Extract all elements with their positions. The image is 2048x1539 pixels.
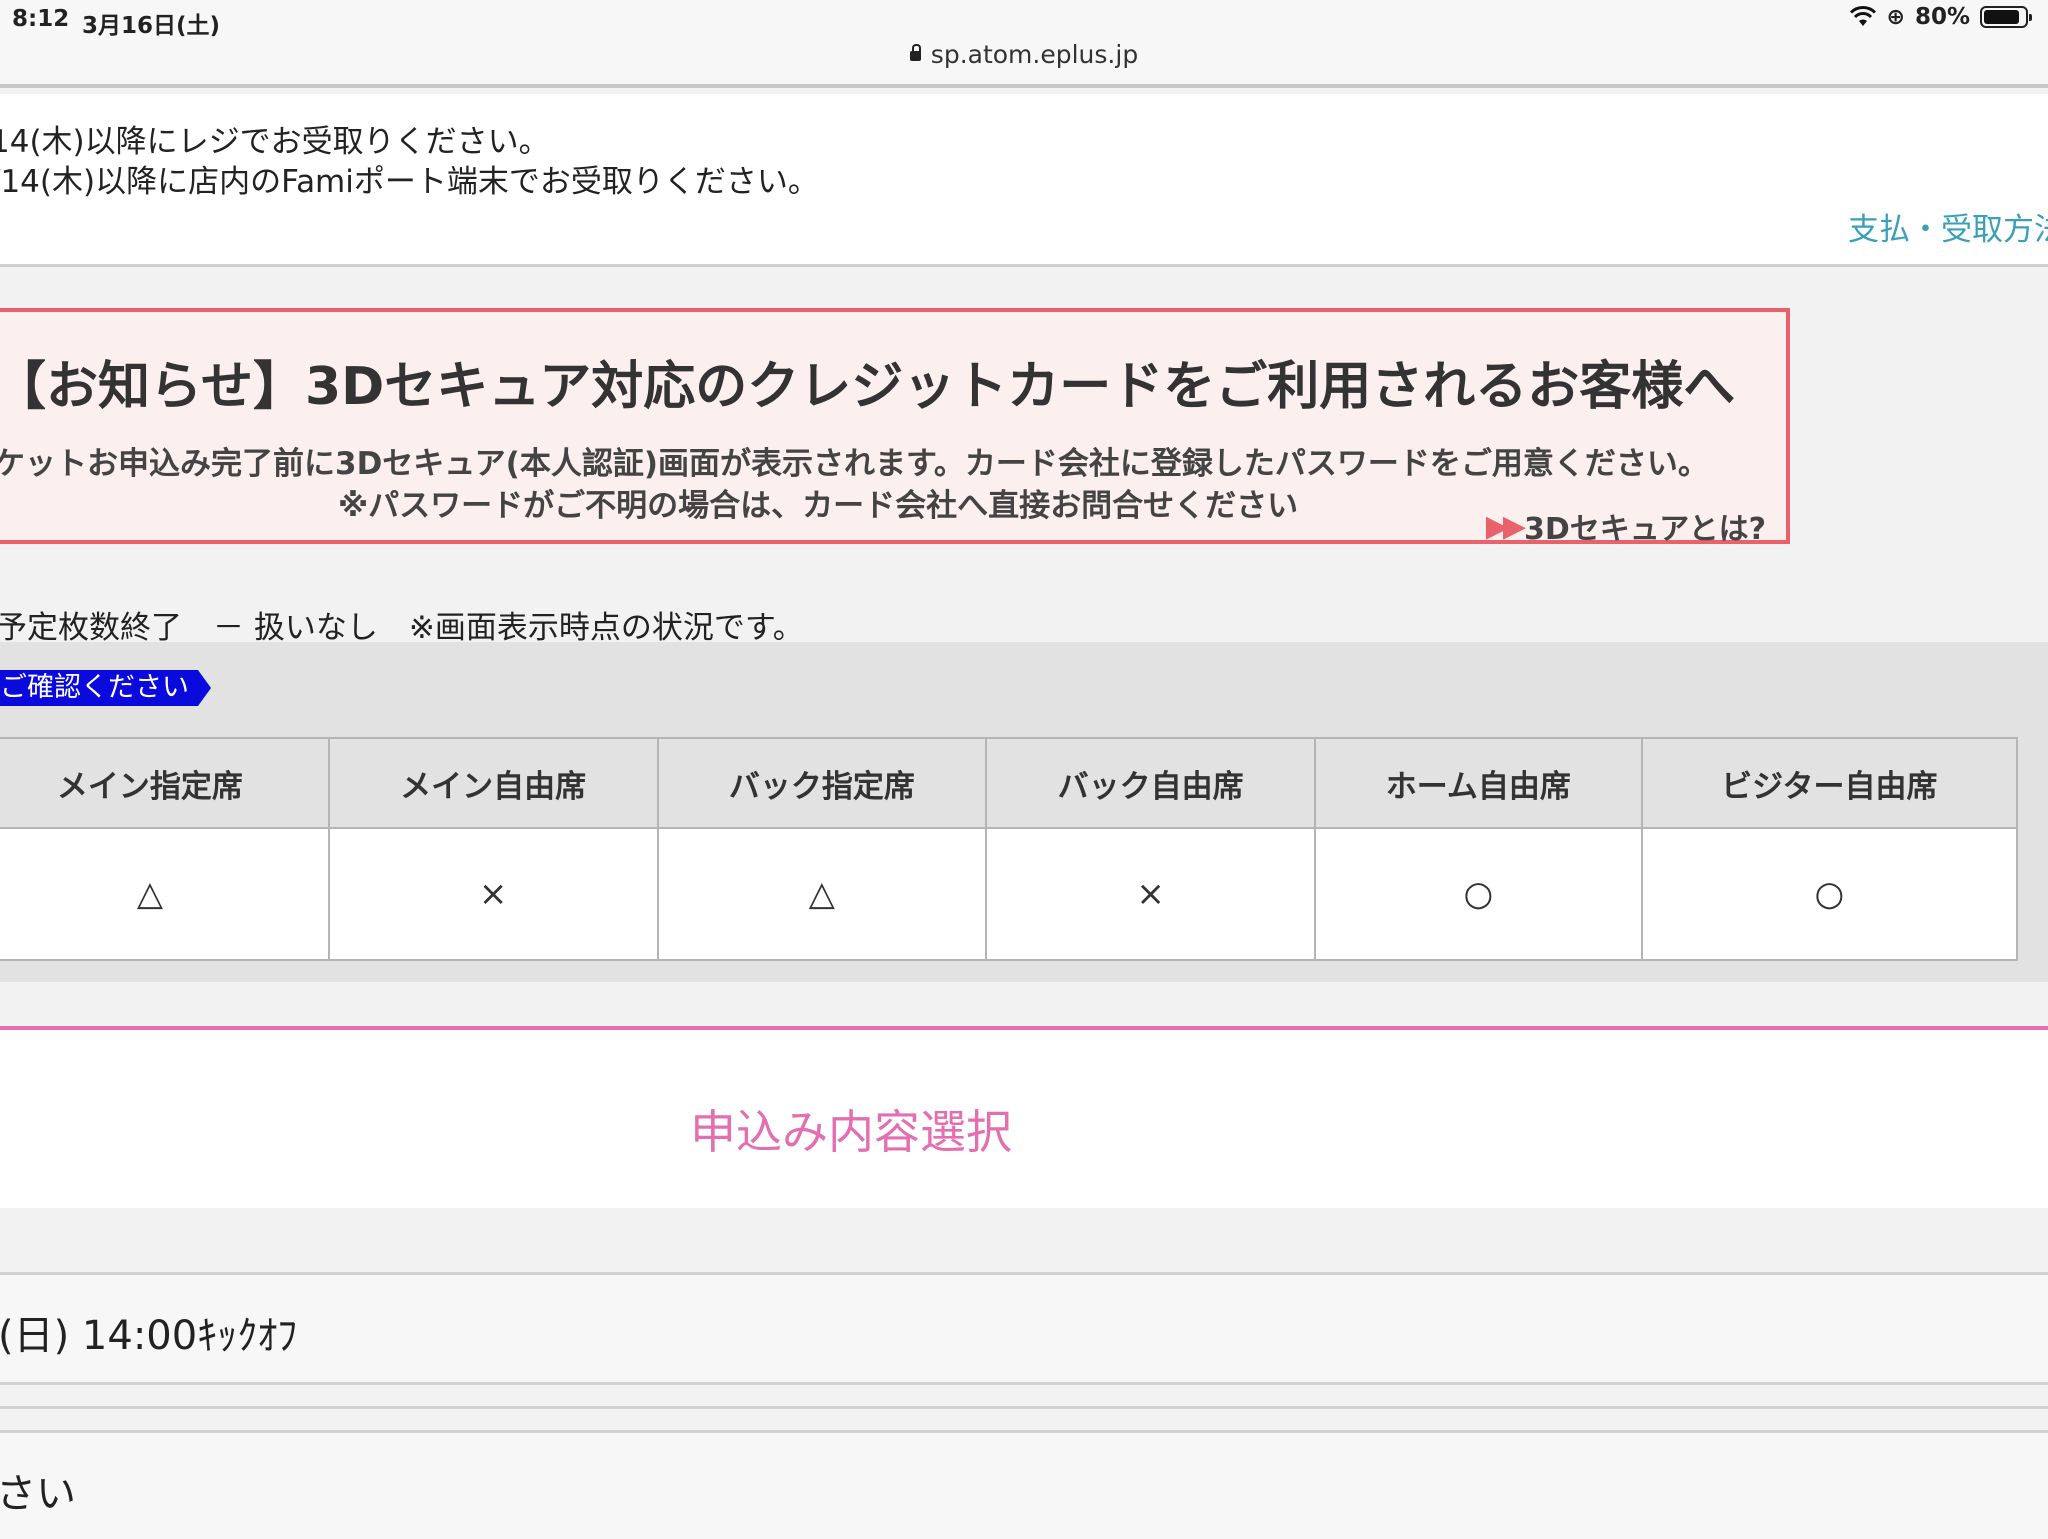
section-heading: 申込み内容選択 (690, 1105, 1012, 1159)
status-indicators: ⊕ 80% (1849, 4, 2032, 30)
notice-body: ケットお申込み完了前に3Dセキュア(本人認証)画面が表示されます。カード会社に登… (0, 446, 1709, 482)
url-text: sp.atom.eplus.jp (930, 40, 1139, 69)
pickup-line-famiport: /14(木)以降に店内のFamiポート端末でお受取りください。 (0, 164, 819, 200)
seat-header: ビジター自由席 (1640, 737, 2019, 829)
seat-header: メイン自由席 (327, 737, 659, 829)
status-bar: 8:12 3月16日(土) sp.atom.eplus.jp ⊕ 80% (0, 0, 2048, 88)
status-time: 8:12 (12, 6, 70, 32)
seat-status-cell: △ (0, 827, 330, 961)
pickup-info: 14(木)以降にレジでお受取りください。 /14(木)以降に店内のFamiポート… (0, 94, 2048, 267)
seat-header: メイン指定席 (0, 737, 330, 829)
seat-status-cell: ○ (1640, 827, 2019, 961)
address-bar[interactable]: sp.atom.eplus.jp (0, 40, 2048, 69)
availability-legend: 予定枚数終了 － 扱いなし ※画面表示時点の状況です。 (0, 610, 804, 646)
seat-header: ホーム自由席 (1313, 737, 1643, 829)
payment-pickup-link[interactable]: 支払・受取方法 (1848, 204, 2048, 249)
orientation-lock-icon: ⊕ (1886, 4, 1905, 30)
seat-header: バック指定席 (656, 737, 988, 829)
match-date-text: (日) 14:00ｷｯｸｵﾌ (0, 1313, 298, 1359)
status-date: 3月16日(土) (82, 13, 221, 39)
seat-availability-panel: ご確認ください メイン指定席 メイン自由席 バック指定席 バック自由席 ホーム自… (0, 642, 2048, 982)
3d-secure-link[interactable]: ▶▶ 3Dセキュアとは? (1486, 504, 1766, 548)
instruction-row: さい (0, 1430, 2048, 1539)
seat-header-row: メイン指定席 メイン自由席 バック指定席 バック自由席 ホーム自由席 ビジター自… (0, 737, 2019, 829)
seat-header: バック自由席 (985, 737, 1316, 829)
instruction-text: さい (0, 1471, 76, 1517)
3d-secure-notice-banner[interactable]: 【お知らせ】3Dセキュア対応のクレジットカードをご利用されるお客様へ ケットお申… (0, 308, 1790, 547)
seat-status-row: △ × △ × ○ ○ (0, 827, 2019, 961)
divider (0, 1382, 2048, 1385)
3d-secure-link-label: 3Dセキュアとは? (1524, 512, 1766, 547)
application-selection-section: 申込み内容選択 (0, 1026, 2048, 1208)
seat-status-cell: × (985, 827, 1316, 961)
battery-icon (1980, 6, 2032, 28)
wifi-icon (1849, 6, 1877, 28)
pickup-line-register: 14(木)以降にレジでお受取りください。 (0, 124, 550, 160)
double-arrow-icon: ▶▶ (1485, 508, 1526, 544)
confirm-badge: ご確認ください (0, 670, 211, 706)
notice-title: 【お知らせ】3Dセキュア対応のクレジットカードをご利用されるお客様へ (0, 357, 1736, 417)
battery-percent: 80% (1914, 4, 1970, 30)
seat-status-cell: ○ (1313, 827, 1643, 961)
notice-note: ※パスワードがご不明の場合は、カード会社へ直接お問合せください (338, 488, 1299, 524)
match-date-row[interactable]: (日) 14:00ｷｯｸｵﾌ (0, 1272, 2048, 1385)
seat-status-cell: × (327, 827, 659, 961)
seat-availability-table: メイン指定席 メイン自由席 バック指定席 バック自由席 ホーム自由席 ビジター自… (0, 737, 2019, 961)
divider (0, 1406, 2048, 1409)
seat-status-cell: △ (656, 827, 988, 961)
lock-icon (909, 44, 921, 61)
